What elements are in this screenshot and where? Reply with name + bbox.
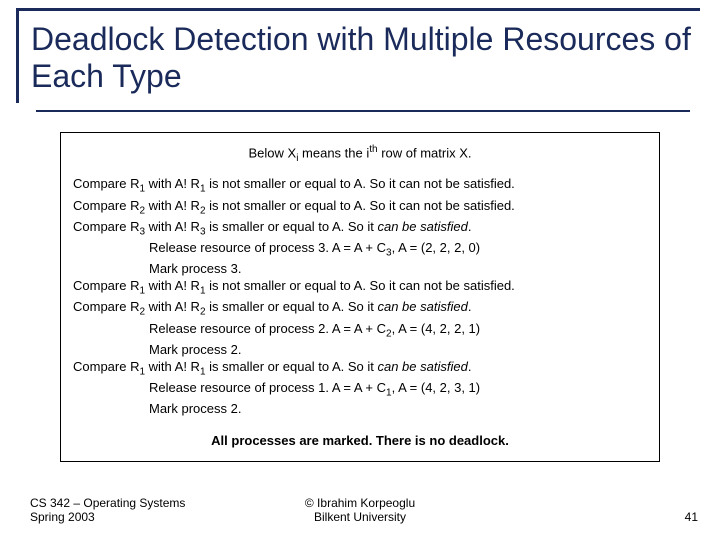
intro-line: Below Xi means the ith row of matrix X. bbox=[73, 143, 647, 165]
content-box: Below Xi means the ith row of matrix X. … bbox=[60, 132, 660, 462]
release-line: Release resource of process 1. A = A + C… bbox=[73, 379, 647, 400]
conclusion: All processes are marked. There is no de… bbox=[73, 432, 647, 450]
page-number: 41 bbox=[685, 510, 698, 524]
intro-sup: th bbox=[369, 144, 377, 155]
title-underline bbox=[36, 110, 690, 112]
slide-title: Deadlock Detection with Multiple Resourc… bbox=[31, 21, 700, 95]
compare-line: Compare R2 with A! R2 is smaller or equa… bbox=[73, 298, 647, 319]
slide: Deadlock Detection with Multiple Resourc… bbox=[0, 0, 720, 540]
intro-text-2: means the i bbox=[298, 145, 369, 160]
intro-text-3: row of matrix X. bbox=[378, 145, 472, 160]
term: Spring 2003 bbox=[30, 510, 185, 524]
mark-line: Mark process 2. bbox=[73, 341, 647, 359]
copyright: © Ibrahim Korpeoglu bbox=[305, 496, 415, 510]
mark-line: Mark process 2. bbox=[73, 400, 647, 418]
course-id: CS 342 – Operating Systems bbox=[30, 496, 185, 510]
compare-line: Compare R2 with A! R2 is not smaller or … bbox=[73, 197, 647, 218]
mark-line: Mark process 3. bbox=[73, 260, 647, 278]
compare-line: Compare R3 with A! R3 is smaller or equa… bbox=[73, 218, 647, 239]
footer-center: © Ibrahim Korpeoglu Bilkent University bbox=[305, 496, 415, 524]
title-block: Deadlock Detection with Multiple Resourc… bbox=[16, 8, 700, 103]
release-line: Release resource of process 2. A = A + C… bbox=[73, 320, 647, 341]
compare-line: Compare R1 with A! R1 is smaller or equa… bbox=[73, 358, 647, 379]
compare-line: Compare R1 with A! R1 is not smaller or … bbox=[73, 175, 647, 196]
footer-left: CS 342 – Operating Systems Spring 2003 bbox=[30, 496, 185, 524]
university: Bilkent University bbox=[305, 510, 415, 524]
intro-text: Below X bbox=[248, 145, 296, 160]
release-line: Release resource of process 3. A = A + C… bbox=[73, 239, 647, 260]
algorithm-steps: Compare R1 with A! R1 is not smaller or … bbox=[73, 175, 647, 417]
compare-line: Compare R1 with A! R1 is not smaller or … bbox=[73, 277, 647, 298]
